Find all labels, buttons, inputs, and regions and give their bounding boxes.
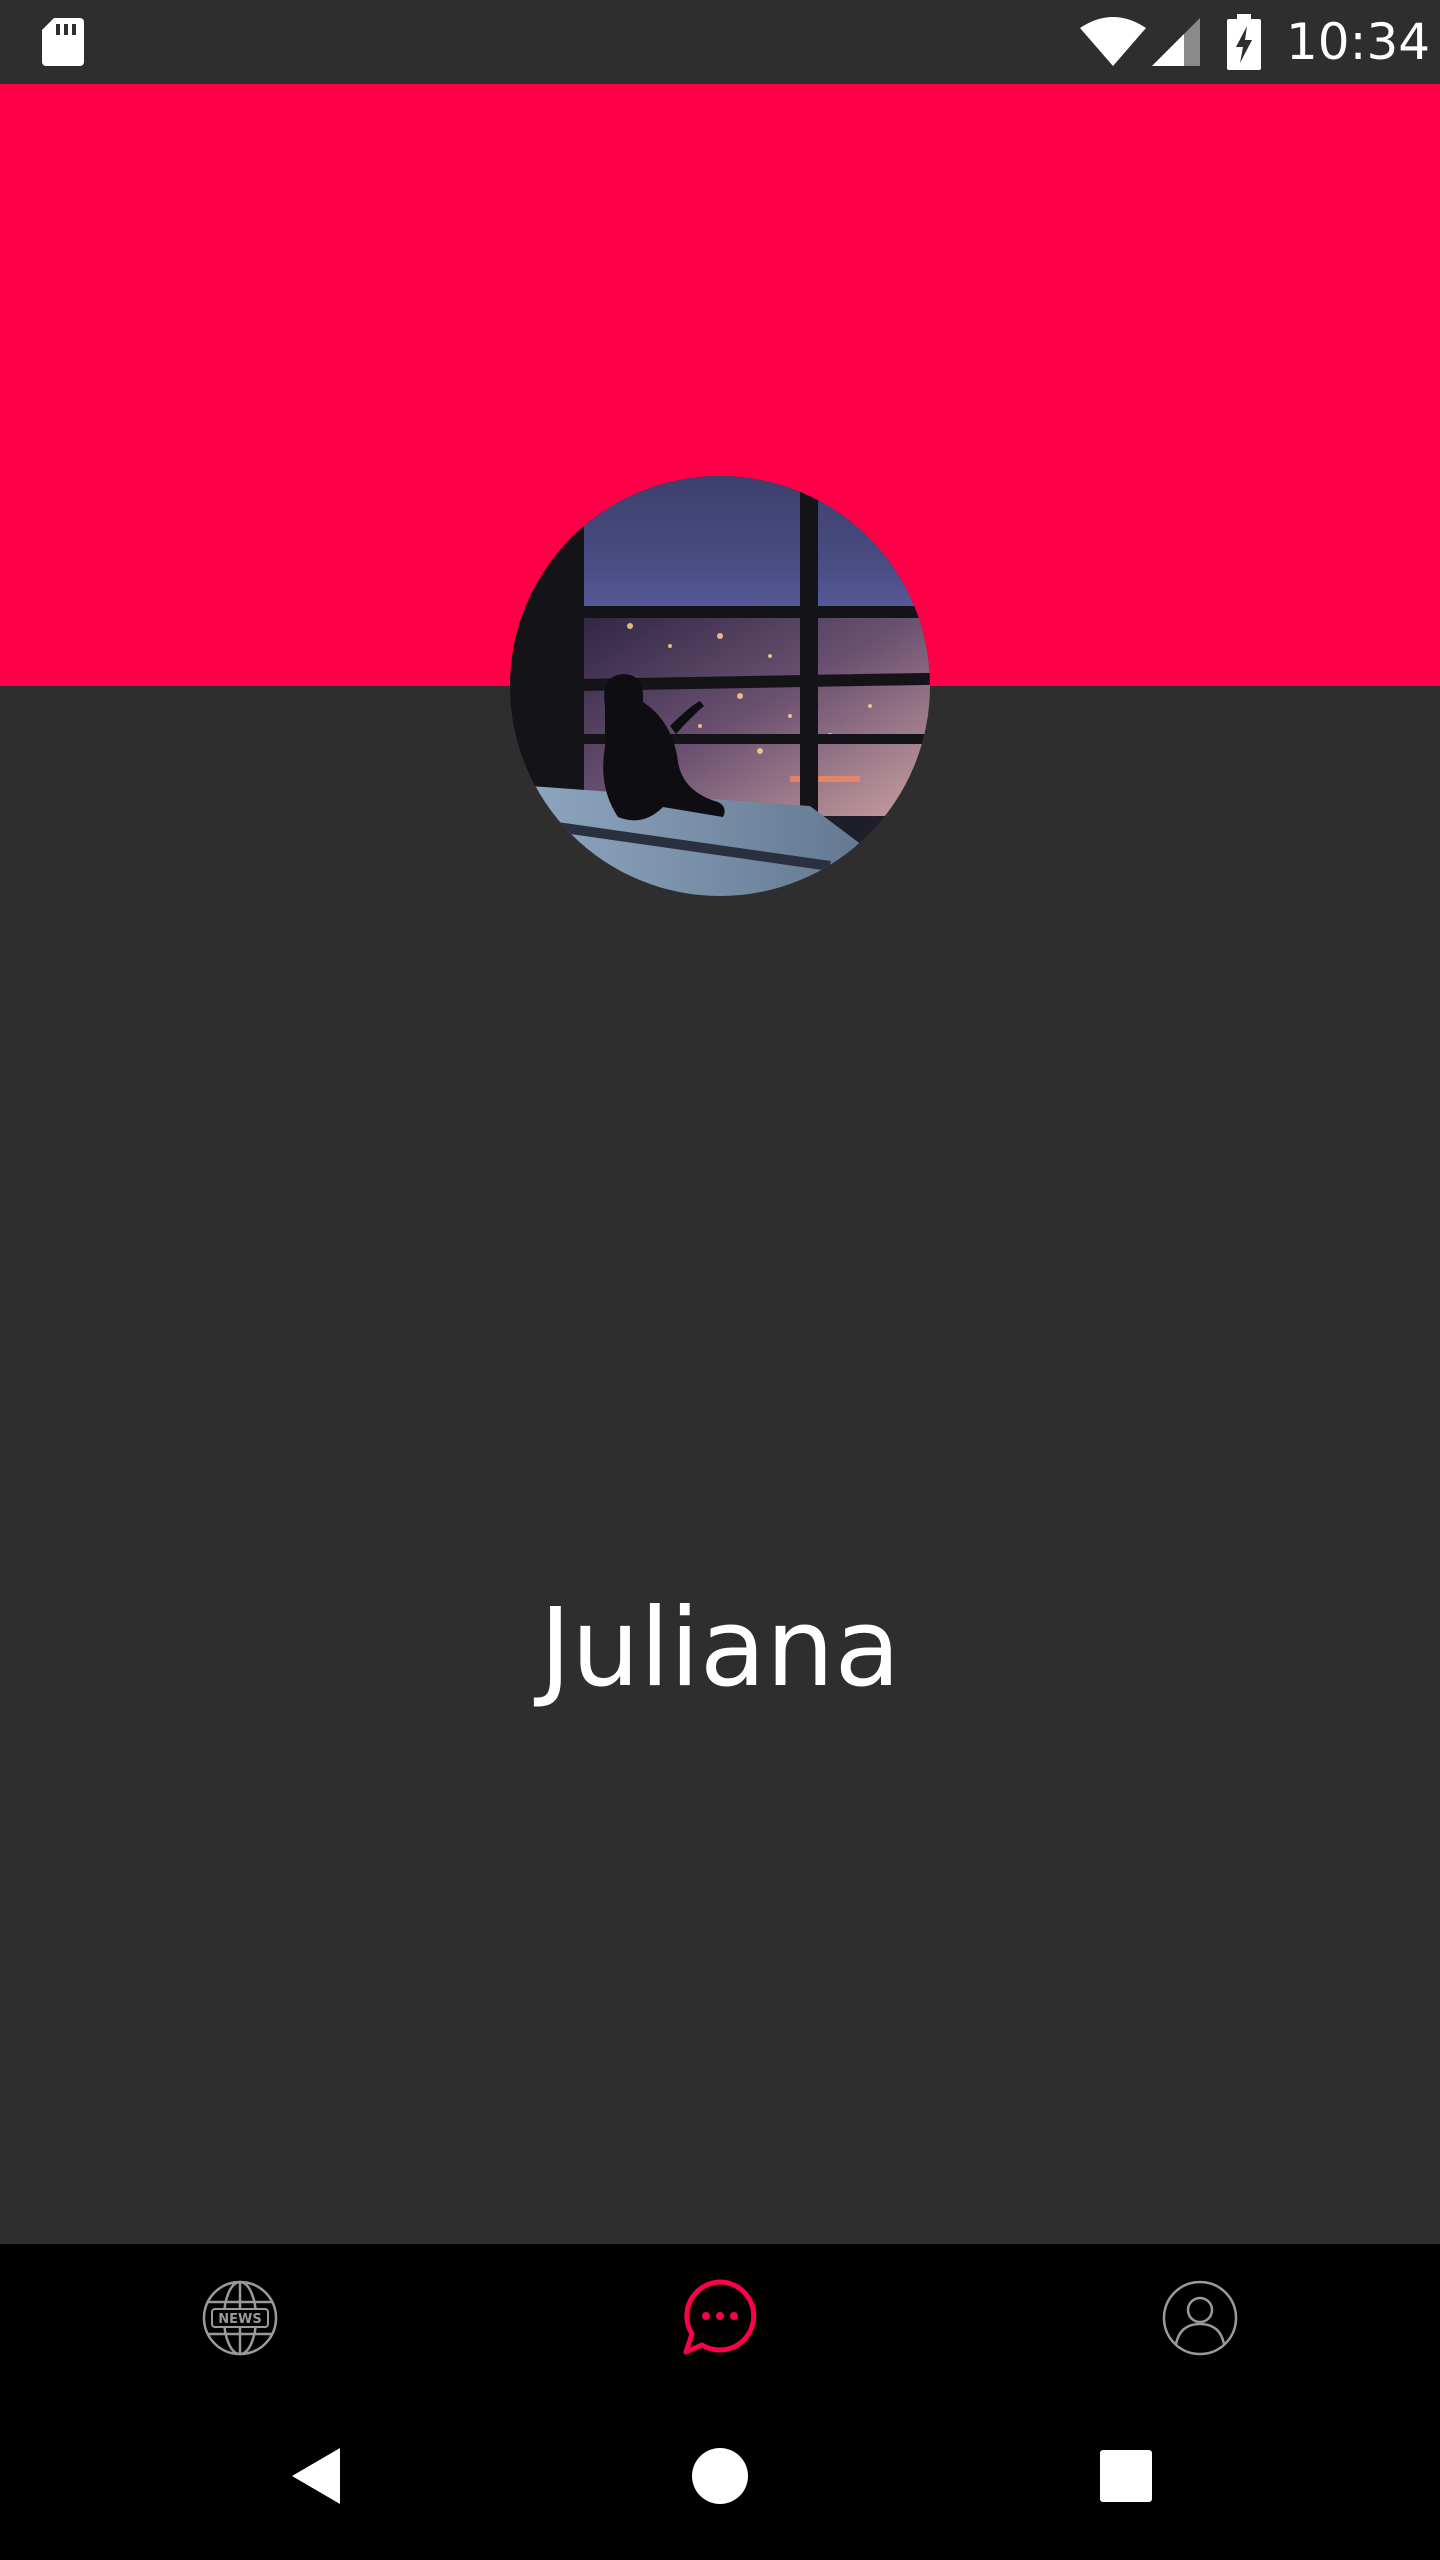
news-globe-icon: NEWS [202, 2280, 278, 2356]
profile-content: Juliana [0, 476, 1440, 2244]
status-bar: 10:34 [0, 0, 1440, 84]
tab-messages[interactable] [620, 2244, 820, 2392]
home-icon [692, 2448, 748, 2504]
back-icon [292, 2448, 340, 2504]
wifi-icon [1080, 17, 1146, 66]
tab-profile[interactable] [1100, 2244, 1300, 2392]
cell-signal-icon [1152, 18, 1200, 66]
profile-avatar[interactable] [510, 476, 930, 896]
tab-news[interactable]: NEWS [140, 2244, 340, 2392]
sd-card-icon [42, 18, 84, 66]
system-back-button[interactable] [246, 2392, 386, 2560]
profile-name: Juliana [539, 1586, 901, 1711]
recents-icon [1100, 2450, 1152, 2502]
avatar-photo [510, 476, 930, 896]
news-badge-text: NEWS [218, 2312, 261, 2327]
battery-charging-icon [1227, 14, 1261, 70]
user-profile-icon [1162, 2280, 1238, 2356]
system-recents-button[interactable] [1056, 2392, 1196, 2560]
chat-bubble-icon [683, 2279, 757, 2355]
status-clock: 10:34 [1286, 13, 1431, 71]
bottom-nav: NEWS [0, 2244, 1440, 2392]
system-home-button[interactable] [650, 2392, 790, 2560]
system-nav-bar [0, 2392, 1440, 2560]
